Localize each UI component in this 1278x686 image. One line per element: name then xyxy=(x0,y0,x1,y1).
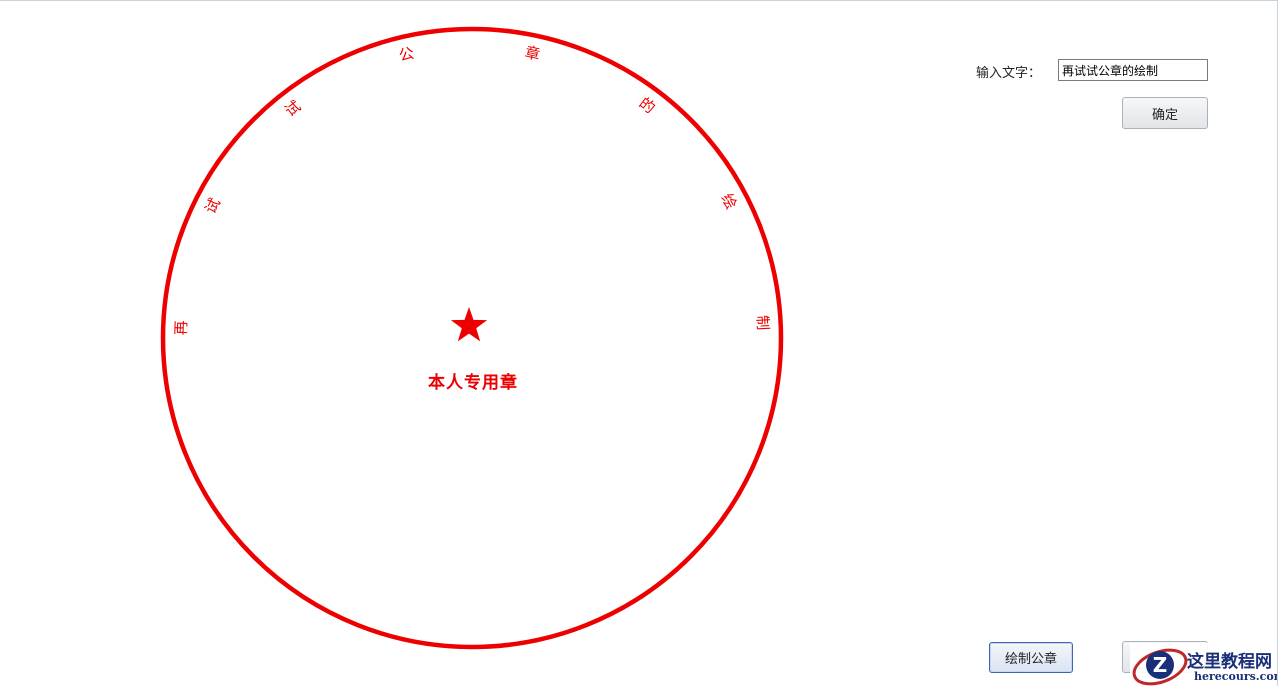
seal-ring-char: 试 xyxy=(201,195,224,217)
seal-canvas: 再试试公 章的绘制 本人专用章 xyxy=(160,26,784,650)
seal-ring-char: 制 xyxy=(753,315,772,331)
input-label: 输入文字： xyxy=(976,66,1042,81)
seal-ring-char: 绘 xyxy=(717,191,740,213)
seal-text-input[interactable] xyxy=(1058,59,1208,81)
seal-ring-char: 章 xyxy=(523,43,541,64)
seal-ring-text: 再试试公 章的绘制 xyxy=(172,43,772,336)
seal-ring-char: 试 xyxy=(281,97,304,120)
seal-center-text: 本人专用章 xyxy=(428,372,518,393)
seal-ring-char: 公 xyxy=(397,44,416,65)
draw-seal-button[interactable]: 绘制公章 xyxy=(989,642,1073,673)
seal-ring-char: 的 xyxy=(636,94,659,117)
watermark: Z 这里教程网 herecours.com xyxy=(1130,643,1278,686)
star-icon xyxy=(450,307,488,342)
watermark-text-en: herecours.com xyxy=(1194,670,1278,683)
seal-ring xyxy=(160,26,784,650)
watermark-logo-icon: Z xyxy=(1132,648,1188,686)
app-window: 再试试公章的绘制 本人专用章 输入文字： 确定 绘制公章 Z 这里教程网 her… xyxy=(0,0,1278,686)
seal-ring-char: 再 xyxy=(172,320,191,336)
svg-text:Z: Z xyxy=(1153,653,1168,677)
watermark-text-cn: 这里教程网 xyxy=(1187,652,1272,672)
confirm-button[interactable]: 确定 xyxy=(1122,97,1208,129)
